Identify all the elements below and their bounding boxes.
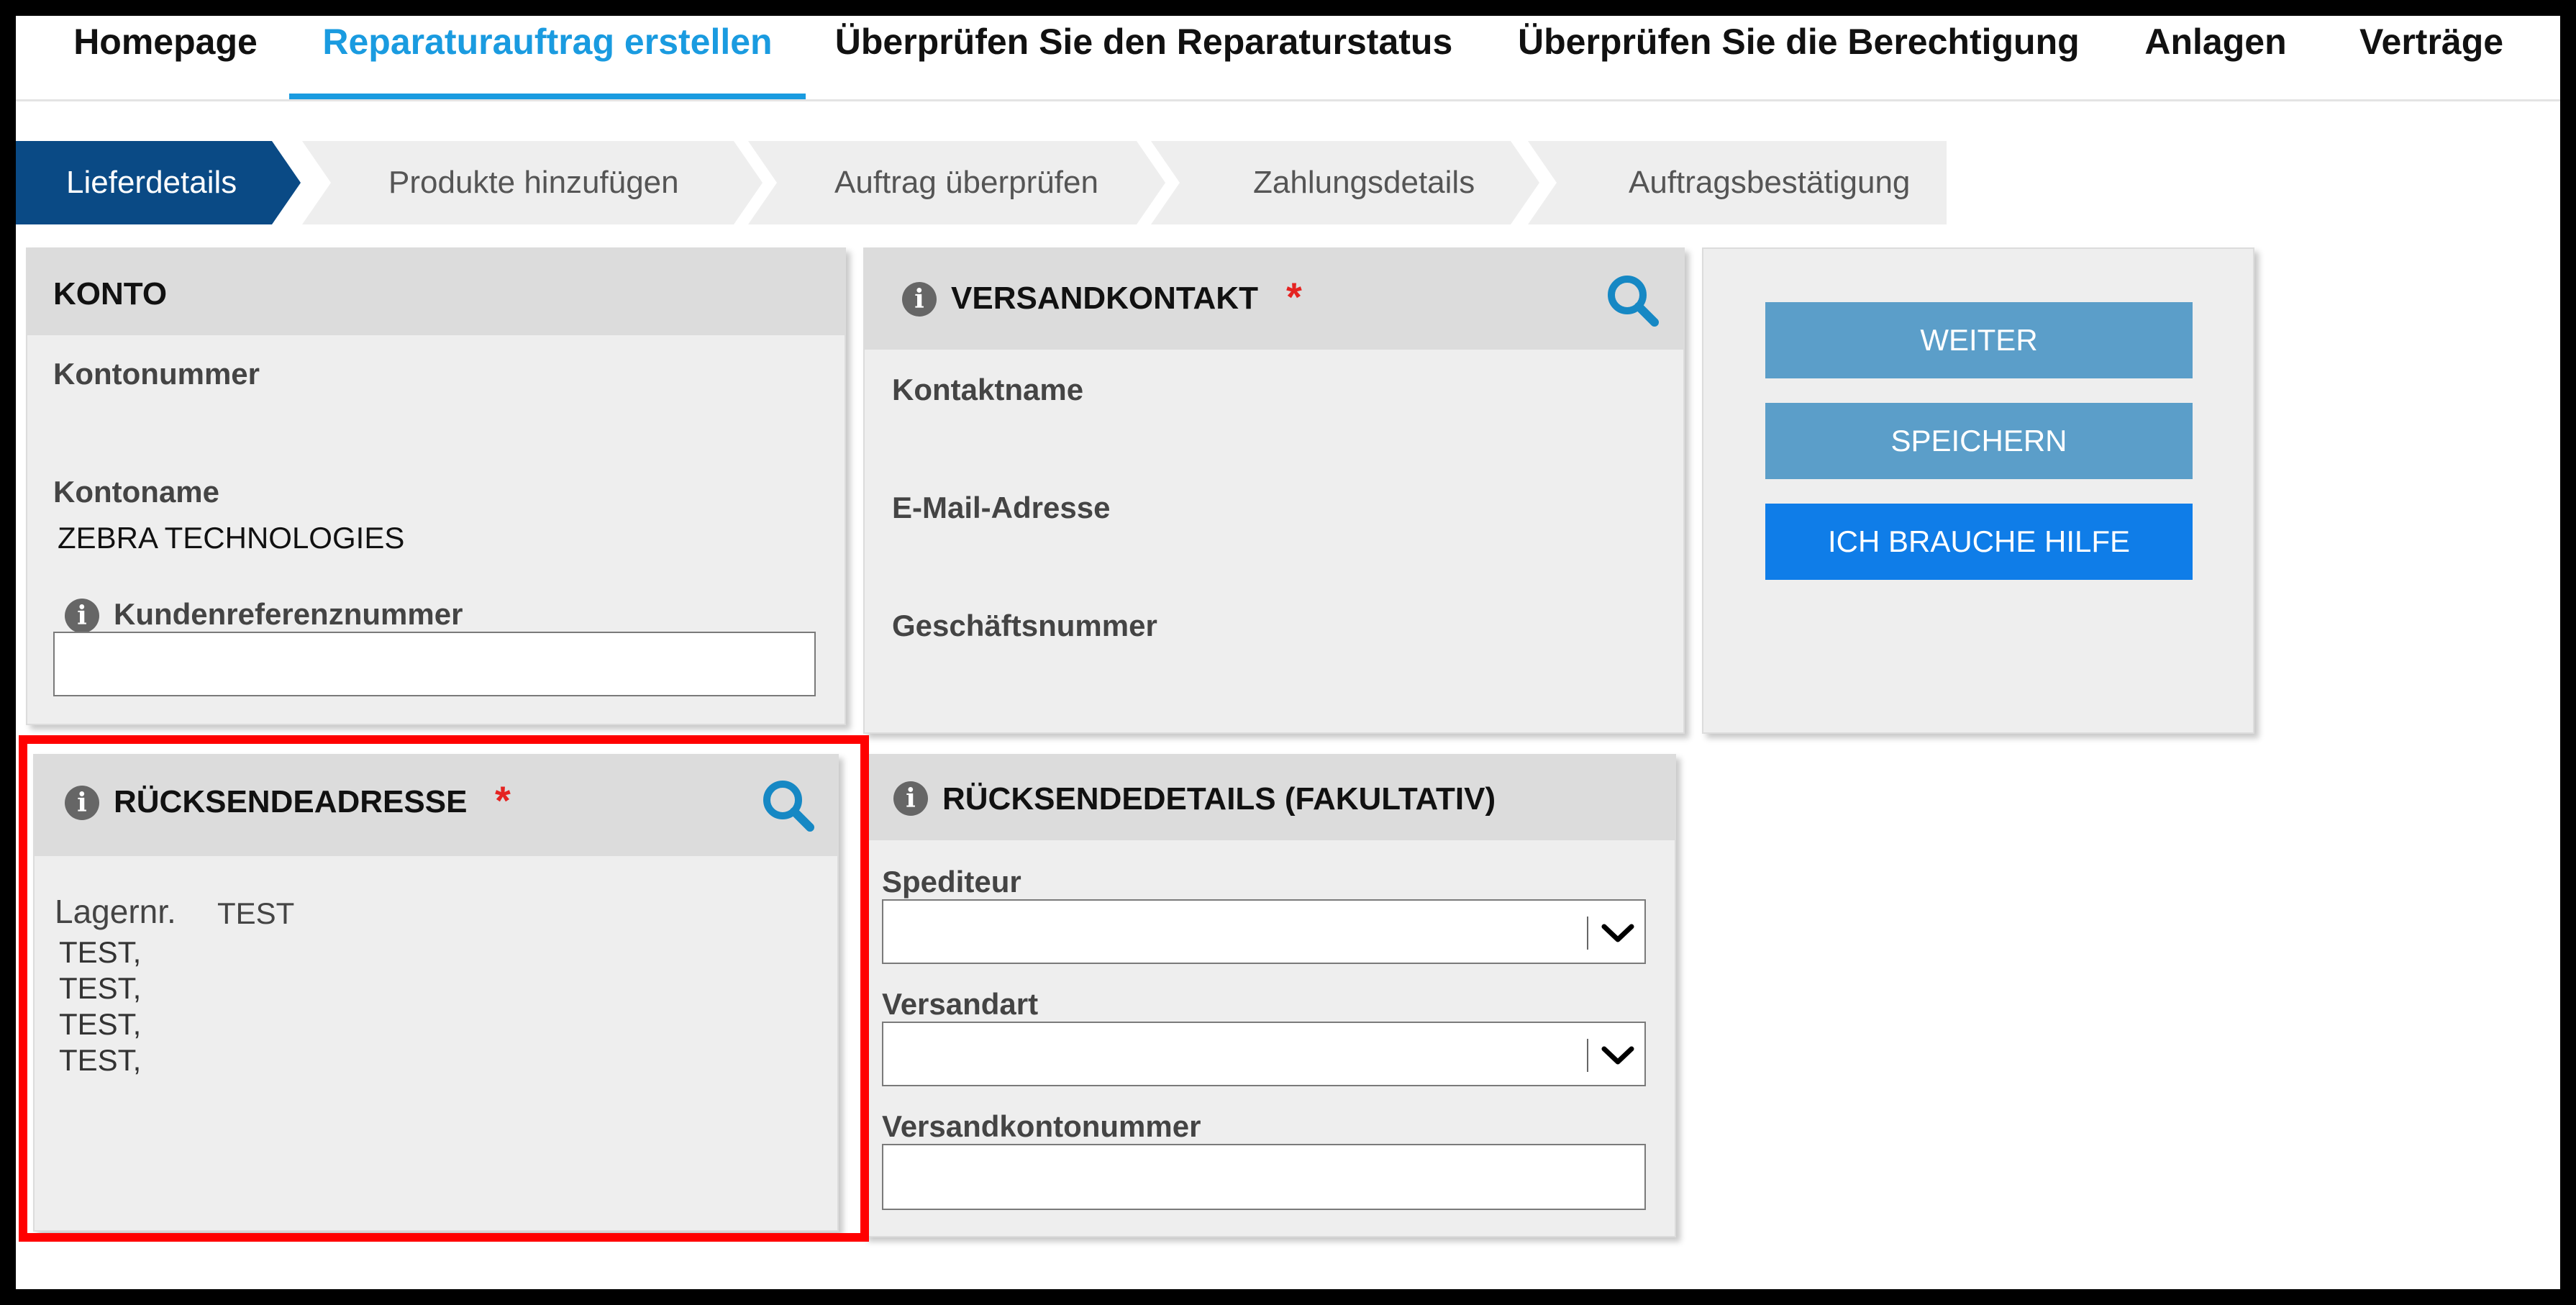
step-produkte-hinzufuegen[interactable]: Produkte hinzufügen	[331, 141, 734, 224]
shipping-account-label: Versandkontonummer	[882, 1109, 1201, 1143]
shipping-method-select[interactable]	[882, 1022, 1646, 1086]
customer-reference-label: Kundenreferenznummer	[114, 597, 463, 631]
return-details-title: RÜCKSENDEDETAILS (FAKULTATIV)	[942, 781, 1496, 817]
actions-panel: WEITER SPEICHERN ICH BRAUCHE HILFE	[1702, 247, 2254, 734]
customer-reference-input[interactable]	[53, 632, 816, 696]
step-zahlungsdetails[interactable]: Zahlungsdetails	[1180, 141, 1511, 224]
shipping-contact-panel: i VERSANDKONTAKT * Kontaktname E-Mail-Ad…	[863, 247, 1685, 734]
account-name-label: Kontoname	[53, 475, 219, 509]
step-auftrag-ueberpruefen[interactable]: Auftrag überprüfen	[777, 141, 1137, 224]
shipping-contact-title: VERSANDKONTAKT	[951, 281, 1258, 316]
account-panel: KONTO Kontonummer Kontoname ZEBRA TECHNO…	[26, 247, 846, 725]
email-address-label: E-Mail-Adresse	[892, 491, 1111, 524]
chevron-down-icon	[1601, 924, 1634, 942]
return-details-panel: i RÜCKSENDEDETAILS (FAKULTATIV) Spediteu…	[863, 754, 1676, 1237]
carrier-dropdown-toggle[interactable]	[1587, 901, 1644, 963]
continue-button[interactable]: WEITER	[1765, 302, 2193, 378]
shipping-method-dropdown-toggle[interactable]	[1587, 1023, 1644, 1085]
save-button[interactable]: SPEICHERN	[1765, 403, 2193, 479]
shipping-method-label: Versandart	[882, 987, 1039, 1021]
account-panel-title: KONTO	[53, 276, 168, 312]
info-circle-icon[interactable]: i	[902, 282, 937, 317]
info-circle-icon[interactable]: i	[893, 781, 928, 816]
highlight-box	[19, 735, 869, 1242]
step-label: Lieferdetails	[66, 165, 237, 200]
step-auftragsbestaetigung[interactable]: Auftragsbestätigung	[1557, 141, 1945, 224]
info-circle-icon[interactable]: i	[65, 599, 99, 633]
step-label: Auftragsbestätigung	[1629, 165, 1911, 200]
account-number-label: Kontonummer	[53, 357, 260, 391]
carrier-select[interactable]	[882, 899, 1646, 964]
contact-name-label: Kontaktname	[892, 373, 1084, 406]
step-label: Auftrag überprüfen	[834, 165, 1098, 200]
carrier-label: Spediteur	[882, 865, 1021, 899]
account-name-value: ZEBRA TECHNOLOGIES	[58, 521, 405, 555]
shipping-account-input[interactable]	[882, 1144, 1646, 1210]
step-label: Produkte hinzufügen	[388, 165, 679, 200]
search-icon[interactable]	[1604, 272, 1662, 329]
business-number-label: Geschäftsnummer	[892, 609, 1157, 642]
step-label: Zahlungsdetails	[1253, 165, 1475, 200]
help-button[interactable]: ICH BRAUCHE HILFE	[1765, 504, 2193, 580]
required-marker: *	[1286, 274, 1302, 319]
chevron-down-icon	[1601, 1046, 1634, 1065]
step-lieferdetails[interactable]: Lieferdetails	[16, 141, 289, 224]
